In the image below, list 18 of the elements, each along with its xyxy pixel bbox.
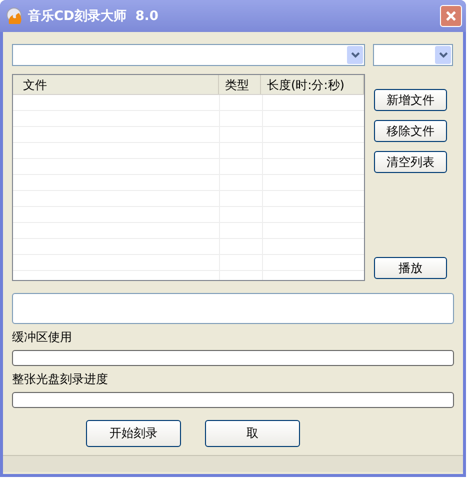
file-list[interactable]: 文件 类型 长度(时:分:秒) (12, 74, 365, 281)
list-action-button[interactable]: 清空列表 (374, 151, 447, 173)
list-action-button[interactable]: 新增文件 (374, 89, 447, 111)
column-header[interactable]: 文件 (13, 75, 219, 94)
path-dropdown[interactable] (12, 44, 365, 66)
dialog-button[interactable]: 开始刻录 (86, 420, 181, 447)
flame-disc-icon (6, 7, 24, 25)
close-icon (445, 10, 457, 22)
column-header[interactable]: 类型 (219, 75, 261, 94)
close-button[interactable] (440, 5, 462, 27)
play-button[interactable]: 播放 (374, 257, 447, 279)
list-action-button[interactable]: 移除文件 (374, 120, 447, 142)
window-title: 音乐CD刻录大师 8.0 (28, 8, 160, 25)
drive-dropdown[interactable] (373, 44, 453, 66)
buffer-label: 缓冲区使用 (12, 330, 73, 345)
column-header[interactable]: 长度(时:分:秒) (261, 75, 364, 94)
progress-label: 整张光盘刻录进度 (12, 372, 109, 387)
dialog-button[interactable]: 取 (205, 420, 300, 447)
